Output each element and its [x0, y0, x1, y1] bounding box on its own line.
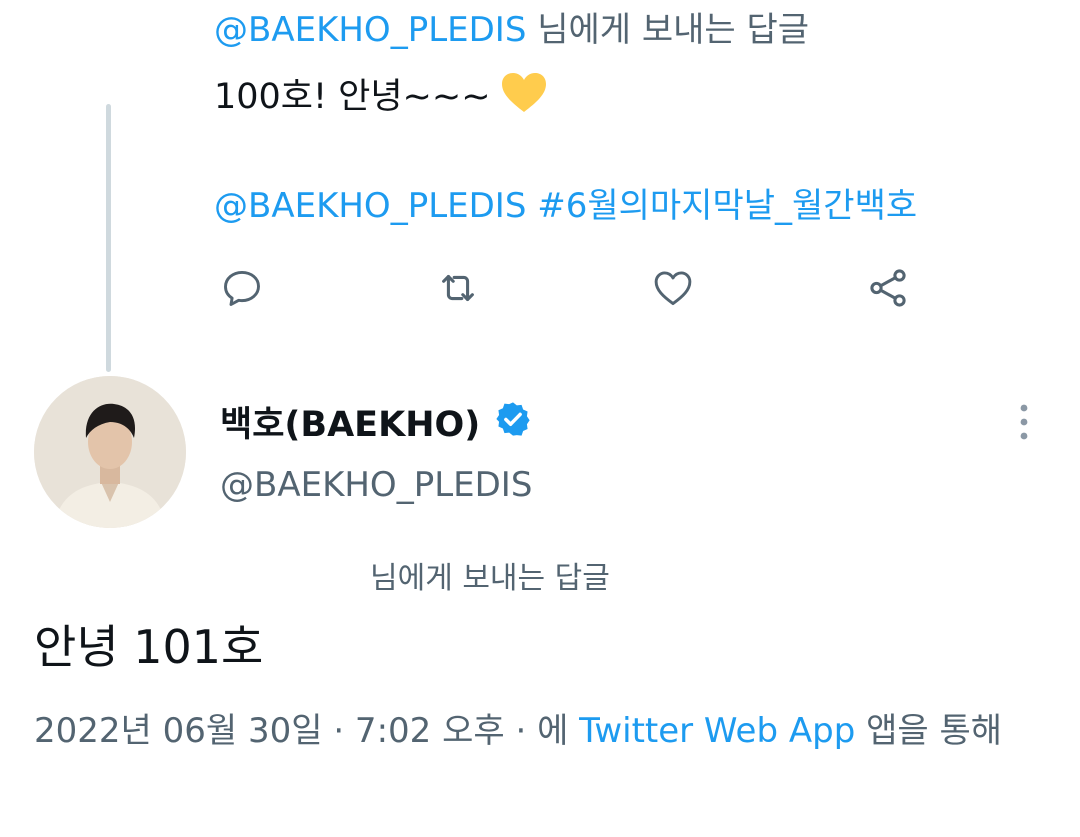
- author-display-name[interactable]: 백호(BAEKHO): [220, 400, 532, 450]
- source-app-link[interactable]: Twitter Web App: [579, 711, 855, 751]
- tweet-metadata: 2022년 06월 30일 · 7:02 오후 · 에 Twitter Web …: [34, 706, 1034, 756]
- share-button[interactable]: [860, 262, 916, 318]
- parent-reply-context-label: 님에게 보내는 답글: [526, 10, 810, 50]
- thread-connector-line: [106, 104, 111, 372]
- parent-reply-mention-link[interactable]: @BAEKHO_PLEDIS: [214, 10, 526, 50]
- parent-tweet-hashtags[interactable]: @BAEKHO_PLEDIS #6월의마지막날_월간백호: [214, 184, 917, 228]
- main-tweet-text: 안녕 101호: [34, 620, 264, 674]
- yellow-heart-emoji-icon: [501, 72, 547, 126]
- parent-tweet-text: 100호! 안녕~~~: [214, 72, 547, 126]
- parent-tweet-body: 100호! 안녕~~~: [214, 77, 491, 117]
- parent-tweet-actions: [0, 262, 1080, 318]
- reply-button[interactable]: [214, 262, 270, 318]
- author-handle[interactable]: @BAEKHO_PLEDIS: [220, 462, 532, 508]
- parent-reply-context: @BAEKHO_PLEDIS 님에게 보내는 답글: [214, 8, 809, 52]
- author-avatar[interactable]: [34, 376, 186, 528]
- tweet-timestamp[interactable]: 2022년 06월 30일 · 7:02 오후 · 에: [34, 711, 579, 751]
- like-button[interactable]: [645, 262, 701, 318]
- reply-icon: [220, 266, 264, 314]
- main-reply-context-label: 님에게 보내는 답글: [370, 561, 610, 596]
- heart-outline-icon: [651, 266, 695, 314]
- tweet-thread-view: @BAEKHO_PLEDIS 님에게 보내는 답글 100호! 안녕~~~ @B…: [0, 0, 1080, 837]
- verified-badge-icon: [494, 400, 532, 450]
- source-app-suffix: 앱을 통해: [855, 711, 1003, 751]
- more-vertical-icon: [1018, 402, 1030, 446]
- retweet-icon: [435, 265, 481, 315]
- share-icon: [865, 265, 911, 315]
- retweet-button[interactable]: [430, 262, 486, 318]
- author-display-name-text: 백호(BAEKHO): [220, 405, 481, 445]
- more-options-button[interactable]: [1004, 402, 1044, 446]
